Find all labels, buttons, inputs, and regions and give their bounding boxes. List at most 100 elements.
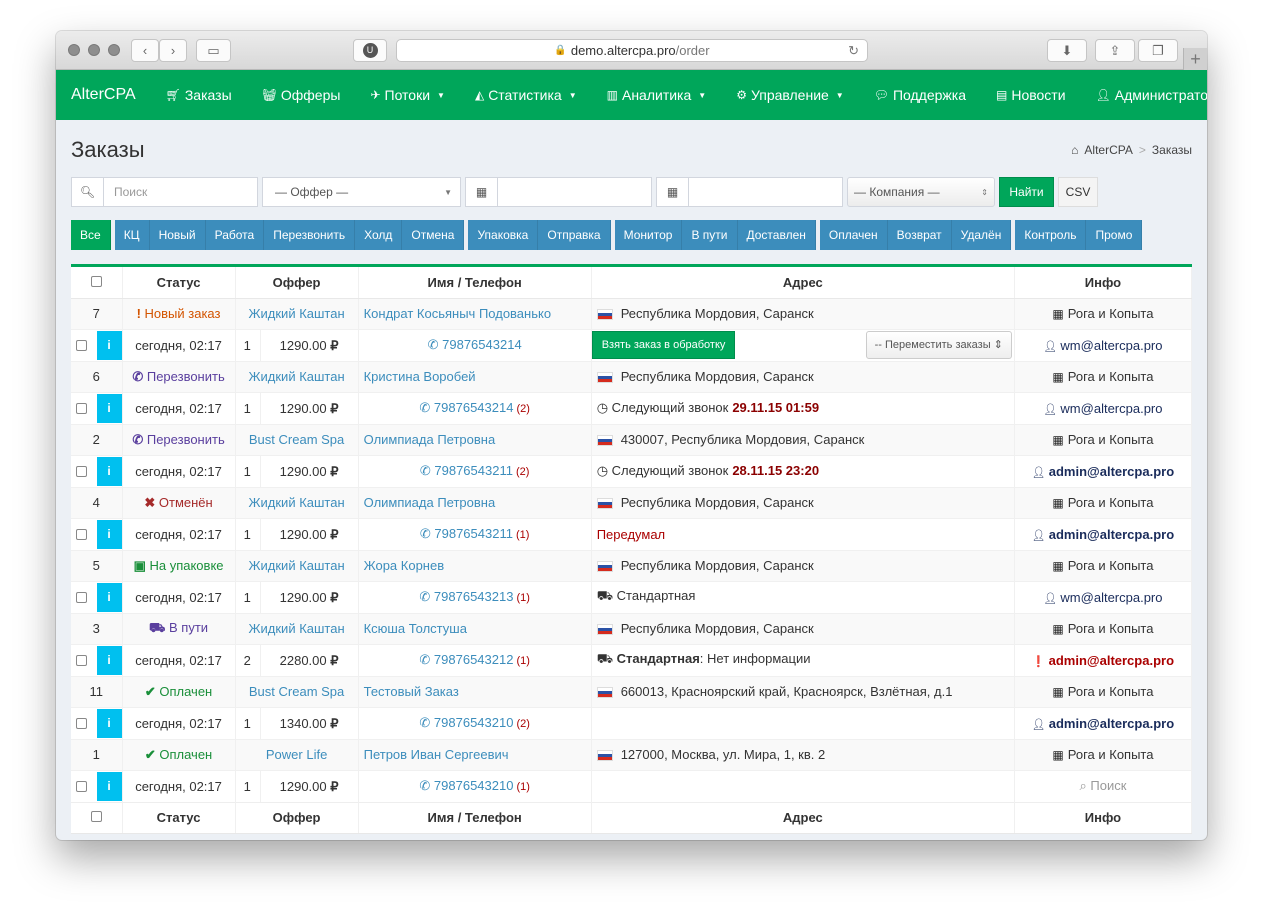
share-icon[interactable]: ⇪ <box>1095 39 1135 62</box>
company-select[interactable]: — Компания — ⇕ <box>847 177 995 207</box>
minimize-window-button[interactable] <box>88 44 100 56</box>
user-email[interactable]: wm@altercpa.pro <box>1060 338 1162 353</box>
customer-name-link[interactable]: Кристина Воробей <box>364 369 476 384</box>
customer-name-link[interactable]: Олимпиада Петровна <box>364 495 496 510</box>
status-filter-button[interactable]: Отправка <box>538 220 611 250</box>
user-email[interactable]: wm@altercpa.pro <box>1060 590 1162 605</box>
order-checkbox[interactable] <box>76 528 87 540</box>
extension-icon[interactable]: U <box>353 39 387 62</box>
order-checkbox[interactable] <box>76 717 87 729</box>
downloads-icon[interactable]: ⬇ <box>1047 39 1087 62</box>
status-filter-button[interactable]: Работа <box>205 220 265 250</box>
back-icon[interactable]: ‹ <box>131 39 159 62</box>
phone-link[interactable]: 79876543211 <box>434 526 513 541</box>
address-bar[interactable]: 🔒 demo.altercpa.pro/order ↻ <box>396 39 868 62</box>
zoom-window-button[interactable] <box>108 44 120 56</box>
status-filter-button[interactable]: Монитор <box>614 220 683 250</box>
select-all-checkbox[interactable] <box>90 811 102 822</box>
offer-link[interactable]: Жидкий Каштан <box>249 558 345 573</box>
search-user-link[interactable]: Поиск <box>1090 778 1126 793</box>
order-checkbox[interactable] <box>76 339 87 351</box>
offer-link[interactable]: Жидкий Каштан <box>249 369 345 384</box>
phone-link[interactable]: 79876543212 <box>434 652 514 667</box>
info-button[interactable]: i <box>96 645 122 675</box>
offer-link[interactable]: Жидкий Каштан <box>249 621 345 636</box>
phone-link[interactable]: 79876543214 <box>442 337 522 352</box>
find-button[interactable]: Найти <box>999 177 1054 207</box>
select-all-checkbox[interactable] <box>90 275 102 287</box>
nav-item-2[interactable]: ✈︎ Потоки ▼ <box>355 87 460 103</box>
info-button[interactable]: i <box>96 456 122 486</box>
new-tab-icon[interactable]: + <box>1183 48 1207 70</box>
status-filter-button[interactable]: В пути <box>682 220 738 250</box>
status-filter-button[interactable]: Промо <box>1086 220 1143 250</box>
date-to-input[interactable]: ▦ <box>656 177 843 207</box>
status-filter-button[interactable]: Контроль <box>1015 220 1087 250</box>
offer-link[interactable]: Power Life <box>266 747 327 762</box>
status-filter-button[interactable]: Перезвонить <box>264 220 356 250</box>
customer-name-link[interactable]: Тестовый Заказ <box>364 684 459 699</box>
search-input[interactable]: 🔍︎ Поиск <box>71 177 258 207</box>
phone-link[interactable]: 79876543210 <box>434 778 514 793</box>
phone-link[interactable]: 79876543210 <box>434 715 514 730</box>
status-filter-button[interactable]: Новый <box>149 220 206 250</box>
offer-select[interactable]: — Оффер — ▼ <box>262 177 461 207</box>
order-checkbox[interactable] <box>76 402 87 414</box>
date-from-input[interactable]: ▦ <box>465 177 652 207</box>
offer-link[interactable]: Bust Cream Spa <box>249 432 344 447</box>
customer-name-link[interactable]: Петров Иван Сергеевич <box>364 747 509 762</box>
status-filter-button[interactable]: Оплачен <box>819 220 888 250</box>
phone-link[interactable]: 79876543211 <box>434 463 513 478</box>
user-email[interactable]: admin@altercpa.pro <box>1049 464 1174 479</box>
user-email[interactable]: admin@altercpa.pro <box>1049 716 1174 731</box>
status-filter-button[interactable]: Все <box>71 220 111 250</box>
status-filter-button[interactable]: Возврат <box>887 220 952 250</box>
nav-item-7[interactable]: ▤ Новости <box>981 87 1081 103</box>
info-button[interactable]: i <box>96 708 122 738</box>
breadcrumb-home[interactable]: AlterCPA <box>1084 143 1132 157</box>
user-email[interactable]: admin@altercpa.pro <box>1049 527 1174 542</box>
status-filter-button[interactable]: Удалён <box>951 220 1012 250</box>
order-checkbox[interactable] <box>76 654 87 666</box>
offer-link[interactable]: Жидкий Каштан <box>249 306 345 321</box>
status-filter-button[interactable]: Отмена <box>402 220 465 250</box>
status-filter-button[interactable]: КЦ <box>114 220 150 250</box>
order-checkbox[interactable] <box>76 465 87 477</box>
reload-icon[interactable]: ↻ <box>848 43 859 59</box>
nav-item-8[interactable]: 👤︎ Администратор <box>1081 87 1207 103</box>
nav-item-1[interactable]: 🧺︎ Офферы <box>247 87 356 103</box>
customer-name-link[interactable]: Жора Корнев <box>364 558 445 573</box>
csv-button[interactable]: CSV <box>1058 177 1098 207</box>
nav-item-3[interactable]: ◭ Статистика ▼ <box>460 87 592 103</box>
brand-logo[interactable]: AlterCPA <box>56 86 151 104</box>
info-button[interactable]: i <box>96 582 122 612</box>
nav-item-4[interactable]: ▥ Аналитика ▼ <box>592 87 722 103</box>
phone-link[interactable]: 79876543213 <box>434 589 514 604</box>
take-order-button[interactable]: Взять заказ в обработку <box>591 331 736 359</box>
nav-item-5[interactable]: ⚙︎ Управление ▼ <box>721 87 859 103</box>
info-button[interactable]: i <box>96 330 122 360</box>
nav-item-0[interactable]: 🛒︎ Заказы <box>151 87 247 103</box>
tabs-icon[interactable]: ❐ <box>1138 39 1178 62</box>
customer-name-link[interactable]: Ксюша Толстуша <box>364 621 467 636</box>
sidebar-icon[interactable]: ▭ <box>196 39 231 62</box>
status-filter-button[interactable]: Упаковка <box>468 220 539 250</box>
customer-name-link[interactable]: Олимпиада Петровна <box>364 432 496 447</box>
offer-link[interactable]: Bust Cream Spa <box>249 684 344 699</box>
order-checkbox[interactable] <box>76 780 87 792</box>
move-orders-select[interactable]: -- Переместить заказы ⇕ <box>865 331 1012 359</box>
info-button[interactable]: i <box>96 519 122 549</box>
offer-link[interactable]: Жидкий Каштан <box>249 495 345 510</box>
phone-link[interactable]: 79876543214 <box>434 400 514 415</box>
forward-icon[interactable]: › <box>159 39 187 62</box>
info-button[interactable]: i <box>96 393 122 423</box>
order-checkbox[interactable] <box>76 591 87 603</box>
nav-item-6[interactable]: 💬︎ Поддержка <box>859 87 981 103</box>
user-email[interactable]: admin@altercpa.pro <box>1049 653 1174 668</box>
info-button[interactable]: i <box>96 771 122 801</box>
close-window-button[interactable] <box>68 44 80 56</box>
status-filter-button[interactable]: Доставлен <box>737 220 816 250</box>
customer-name-link[interactable]: Кондрат Косьяныч Подованько <box>364 306 551 321</box>
status-filter-button[interactable]: Холд <box>355 220 403 250</box>
user-email[interactable]: wm@altercpa.pro <box>1060 401 1162 416</box>
